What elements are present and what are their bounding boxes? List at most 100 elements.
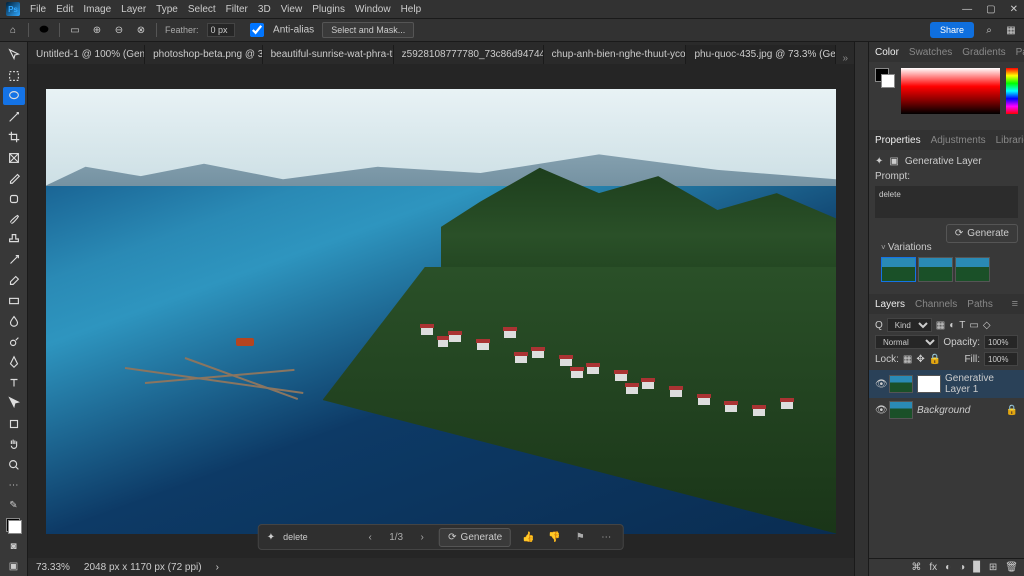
tab-properties[interactable]: Properties [875,135,921,146]
menu-layer[interactable]: Layer [121,4,146,15]
lasso-tool-icon[interactable] [37,23,51,37]
brush-tool[interactable] [3,210,25,228]
history-brush-tool[interactable] [3,251,25,269]
doc-tab[interactable]: Untitled-1 @ 100% (Genera...× [28,45,145,64]
prev-variation-icon[interactable]: ‹ [361,528,379,546]
tab-gradients[interactable]: Gradients [962,47,1005,58]
hand-tool[interactable] [3,435,25,453]
thumbs-down-icon[interactable]: 👎 [545,528,563,546]
tab-patterns[interactable]: Patterns [1016,47,1024,58]
lock-position-icon[interactable]: ✥ [916,354,924,365]
menu-file[interactable]: File [30,4,46,15]
eyedropper-tool[interactable] [3,169,25,187]
fill-input[interactable] [984,352,1018,366]
variation-thumb[interactable] [881,257,916,282]
feather-input[interactable] [207,23,235,37]
more-tools-icon[interactable]: ⋯ [3,476,25,494]
doc-tab[interactable]: z5928108777780_73c86d947449f9e28bf638035… [394,45,544,64]
screen-mode-icon[interactable]: ▣ [3,558,25,576]
variation-thumb[interactable] [955,257,990,282]
share-button[interactable]: Share [930,22,974,38]
menu-window[interactable]: Window [355,4,391,15]
layer-filter-select[interactable]: Kind [887,318,932,332]
doc-tab[interactable]: photoshop-beta.png @ 36.1...× [145,45,263,64]
prompt-textarea[interactable]: delete [875,186,1018,218]
fg-bg-swatch[interactable] [3,517,25,535]
new-layer-icon[interactable]: ⊞ [989,562,997,573]
pen-tool[interactable] [3,353,25,371]
home-icon[interactable]: ⌂ [6,23,20,37]
zoom-tool[interactable] [3,455,25,473]
menu-view[interactable]: View [281,4,303,15]
collapsed-panels[interactable] [854,42,868,576]
lock-pixels-icon[interactable]: ▦ [903,354,912,365]
blur-tool[interactable] [3,312,25,330]
tab-adjustments[interactable]: Adjustments [931,135,986,146]
new-adjustment-icon[interactable]: ◑ [959,562,965,573]
edit-toolbar-icon[interactable]: ✎ [3,496,25,514]
layer-row[interactable]: 👁 Generative Layer 1 [869,370,1024,398]
tab-channels[interactable]: Channels [915,299,957,310]
layer-mask-icon[interactable]: ◐ [945,562,951,573]
hue-slider[interactable] [1006,68,1018,114]
delete-layer-icon[interactable]: 🗑 [1005,562,1018,573]
doc-tab[interactable]: chup-anh-bien-nghe-thuut-ycolyn2.jpg× [544,45,687,64]
tab-paths[interactable]: Paths [967,299,993,310]
close-icon[interactable]: ✕ [1010,4,1018,15]
layer-row[interactable]: 👁 Background 🔒 [869,398,1024,422]
gradient-tool[interactable] [3,292,25,310]
menu-3d[interactable]: 3D [258,4,271,15]
menu-select[interactable]: Select [188,4,216,15]
workspace-icon[interactable]: ▦ [1004,23,1018,37]
prompt-input[interactable] [283,532,353,542]
quick-mask-icon[interactable]: ◙ [3,537,25,555]
dodge-tool[interactable] [3,333,25,351]
filter-image-icon[interactable]: ▦ [936,320,945,331]
layer-name[interactable]: Background [917,405,1002,416]
select-and-mask-button[interactable]: Select and Mask... [322,22,414,38]
thumbs-up-icon[interactable]: 👍 [519,528,537,546]
doc-tab[interactable]: beautiful-sunrise-wat-phra-that.jpg× [263,45,394,64]
visibility-icon[interactable]: 👁 [875,405,885,416]
crop-tool[interactable] [3,128,25,146]
frame-tool[interactable] [3,148,25,166]
shape-tool[interactable] [3,414,25,432]
add-selection-icon[interactable]: ⊕ [90,23,104,37]
tab-layers[interactable]: Layers [875,299,905,310]
lasso-tool[interactable] [3,87,25,105]
next-variation-icon[interactable]: › [413,528,431,546]
properties-generate-button[interactable]: ⟳Generate [946,224,1018,243]
intersect-selection-icon[interactable]: ⊗ [134,23,148,37]
tab-overflow-icon[interactable]: » [836,53,854,64]
new-group-icon[interactable]: ▉ [973,562,981,573]
menu-image[interactable]: Image [83,4,111,15]
layer-thumb[interactable] [889,401,913,419]
menu-help[interactable]: Help [401,4,422,15]
stamp-tool[interactable] [3,230,25,248]
menu-filter[interactable]: Filter [226,4,248,15]
tab-swatches[interactable]: Swatches [909,47,952,58]
filter-shape-icon[interactable]: ▭ [969,320,978,331]
visibility-icon[interactable]: 👁 [875,379,885,390]
lock-all-icon[interactable]: 🔒 [929,354,941,365]
layer-mask-thumb[interactable] [917,375,941,393]
layer-thumb[interactable] [889,375,913,393]
maximize-icon[interactable]: ▢ [986,4,995,15]
canvas[interactable] [46,89,836,534]
flag-icon[interactable]: ⚑ [571,528,589,546]
variation-thumb[interactable] [918,257,953,282]
minimize-icon[interactable]: — [962,4,972,15]
new-selection-icon[interactable]: ▭ [68,23,82,37]
menu-type[interactable]: Type [156,4,178,15]
blend-mode-select[interactable]: Normal [875,335,939,349]
layer-name[interactable]: Generative Layer 1 [945,373,1018,395]
opacity-input[interactable] [984,335,1018,349]
filter-type-icon[interactable]: T [959,320,965,331]
menu-plugins[interactable]: Plugins [312,4,345,15]
generate-button[interactable]: ⟳Generate [439,528,511,547]
move-tool[interactable] [3,46,25,64]
panel-menu-icon[interactable]: ≡ [1012,298,1018,310]
filter-smart-icon[interactable]: ◇ [983,320,991,331]
antialias-checkbox[interactable]: Anti-alias [243,23,315,37]
more-icon[interactable]: ⋯ [597,528,615,546]
